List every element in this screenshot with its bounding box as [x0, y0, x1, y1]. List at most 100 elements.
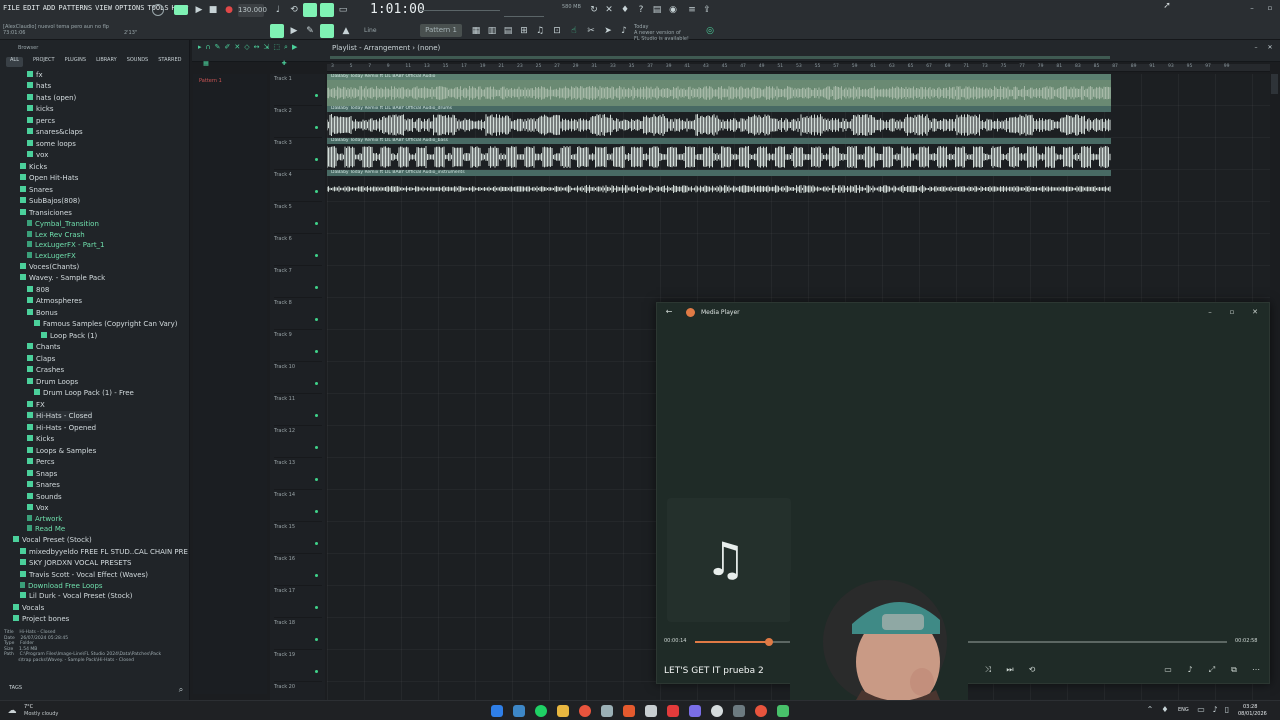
audio-clip[interactable]: DaBaby Today Remix ft LIL BABY Official … — [327, 106, 1111, 138]
playback-icon[interactable]: ▶ — [292, 43, 297, 52]
playlist-close-icon[interactable]: ✕ — [1264, 42, 1276, 54]
discord-icon[interactable] — [689, 705, 701, 717]
minimize-icon[interactable]: – — [1246, 2, 1258, 14]
shop-icon[interactable]: ▤ — [651, 4, 663, 16]
language-indicator[interactable]: ENG — [1178, 707, 1189, 713]
menu-edit[interactable]: EDIT — [23, 4, 40, 12]
weather-icon[interactable]: ☁ — [6, 705, 18, 717]
track-enable-led[interactable] — [315, 94, 318, 97]
step-edit-button[interactable] — [303, 3, 317, 17]
browser-tree-item[interactable]: SKY JORDXN VOCAL PRESETS — [20, 558, 131, 568]
track-enable-led[interactable] — [315, 254, 318, 257]
browser-tree-item[interactable]: Lil Durk - Vocal Preset (Stock) — [20, 591, 132, 601]
browser-tree-item[interactable]: Snares — [27, 480, 60, 490]
tools-icon[interactable]: ✕ — [603, 4, 615, 16]
pattern-pick-icon[interactable]: ✚ — [278, 58, 290, 70]
menu-add[interactable]: ADD — [43, 4, 56, 12]
browser-tree-item[interactable]: Download Free Loops — [20, 581, 103, 591]
track-header[interactable]: Track 15 — [274, 522, 322, 554]
browser-tree-item[interactable]: Vocal Preset (Stock) — [13, 535, 92, 545]
browser-tree-item[interactable]: Lex Rev Crash — [27, 230, 85, 240]
track-header[interactable]: Track 12 — [274, 426, 322, 458]
account-icon[interactable]: ◉ — [667, 4, 679, 16]
update-icon[interactable]: ◎ — [704, 25, 716, 37]
browser-tree-item[interactable]: Drum Loops — [27, 377, 78, 387]
browser-tree-item[interactable]: Loop Pack (1) — [41, 331, 97, 341]
pat-song-toggle[interactable] — [152, 4, 164, 16]
fullscreen-icon[interactable]: ⤢ — [1206, 664, 1218, 676]
track-header[interactable]: Track 16 — [274, 554, 322, 586]
play-icon[interactable]: ▶ — [193, 4, 205, 16]
taskbar-app-icon[interactable] — [733, 705, 745, 717]
audio-clip[interactable]: DaBaby Today Remix ft LIL BABY Official … — [327, 74, 1111, 106]
browser-tree-item[interactable]: Claps — [27, 354, 55, 364]
mini-player-icon[interactable]: ⧉ — [1228, 664, 1240, 676]
track-header[interactable]: Track 13 — [274, 458, 322, 490]
track-enable-led[interactable] — [315, 574, 318, 577]
browser-tab-all[interactable]: ALL — [6, 57, 23, 67]
vertical-scrollbar[interactable] — [1271, 74, 1278, 94]
draw-tool-button[interactable] — [320, 24, 334, 38]
browser-tree-item[interactable]: hats (open) — [27, 93, 76, 103]
track-header[interactable]: Track 8 — [274, 298, 322, 330]
browser-tree-item[interactable]: Wavey. - Sample Pack — [20, 273, 105, 283]
browser-tree-item[interactable]: Transiciones — [20, 208, 72, 218]
taskbar-app-icon[interactable] — [513, 705, 525, 717]
search-icon[interactable]: ⌕ — [175, 684, 187, 696]
browser-tree-item[interactable]: 808 — [27, 285, 49, 295]
more-options-icon[interactable]: ⋯ — [1250, 664, 1262, 676]
browser-tree-item[interactable]: percs — [27, 116, 55, 126]
browser-tree-item[interactable]: Kicks — [27, 434, 54, 444]
track-header[interactable]: Track 10 — [274, 362, 322, 394]
audio-icon[interactable]: ♪ — [618, 25, 630, 37]
browser-tree-item[interactable]: Voces(Chants) — [20, 262, 79, 272]
slice-icon[interactable]: ⇲ — [264, 43, 270, 52]
track-enable-led[interactable] — [315, 158, 318, 161]
cast-icon[interactable]: ▭ — [1162, 664, 1174, 676]
browser-tree-item[interactable]: fx — [27, 70, 43, 80]
browser-tree-item[interactable]: mixedbyyeldo FREE FL STUD..CAL CHAIN PRE… — [20, 547, 188, 557]
windows-start-icon[interactable] — [491, 705, 503, 717]
track-enable-led[interactable] — [315, 446, 318, 449]
browser-tree-item[interactable]: SubBajos(808) — [20, 196, 80, 206]
browser-tab-sounds[interactable]: SOUNDS — [127, 57, 149, 67]
tags-label[interactable]: TAGS — [9, 685, 22, 691]
track-enable-led[interactable] — [315, 222, 318, 225]
delete-icon[interactable]: ✕ — [234, 43, 240, 52]
playlist-view-button[interactable] — [270, 24, 284, 38]
track-header[interactable]: Track 18 — [274, 618, 322, 650]
track-enable-led[interactable] — [315, 542, 318, 545]
browser-tree-item[interactable]: Percs — [27, 457, 55, 467]
track-header[interactable]: Track 6 — [274, 234, 322, 266]
menu-options[interactable]: OPTIONS — [115, 4, 145, 12]
volume-tray-icon[interactable]: ♪ — [1209, 704, 1221, 716]
track-enable-led[interactable] — [315, 190, 318, 193]
track-header[interactable]: Track 2 — [274, 106, 322, 138]
arrow-icon[interactable]: ➤ — [602, 25, 614, 37]
menu-view[interactable]: VIEW — [95, 4, 112, 12]
browser-tab-project[interactable]: PROJECT — [33, 57, 55, 67]
record-icon[interactable]: ● — [223, 4, 235, 16]
seek-knob[interactable] — [765, 638, 774, 646]
track-enable-led[interactable] — [315, 638, 318, 641]
browser-tree-item[interactable]: Read Me — [27, 524, 65, 534]
track-enable-led[interactable] — [315, 670, 318, 673]
track-enable-led[interactable] — [315, 414, 318, 417]
youtube-icon[interactable] — [667, 705, 679, 717]
network-icon[interactable]: ▭ — [1195, 704, 1207, 716]
browser-tree-item[interactable]: Atmospheres — [27, 296, 82, 306]
minimize-icon[interactable]: – — [1204, 306, 1216, 318]
mic-icon[interactable]: ♦ — [619, 4, 631, 16]
browser-tree-item[interactable]: Snaps — [27, 469, 57, 479]
arrow-icon[interactable]: ▸ — [198, 43, 202, 52]
track-header[interactable]: Track 11 — [274, 394, 322, 426]
browser-tab-plugins[interactable]: PLUGINS — [65, 57, 86, 67]
browser-tree-item[interactable]: Open Hit-Hats — [20, 173, 78, 183]
playlist-minimize-icon[interactable]: – — [1250, 42, 1262, 54]
browser-tree-item[interactable]: Hi-Hats - Closed — [27, 411, 93, 421]
browser-tree-item[interactable]: snares&claps — [27, 127, 83, 137]
shuffle-icon[interactable]: ⤨ — [982, 664, 994, 676]
audio-clip[interactable]: DaBaby Today Remix ft LIL BABY Official … — [327, 138, 1111, 170]
browser-tree-item[interactable]: kicks — [27, 104, 54, 114]
browser-tree-item[interactable]: Crashes — [27, 365, 64, 375]
